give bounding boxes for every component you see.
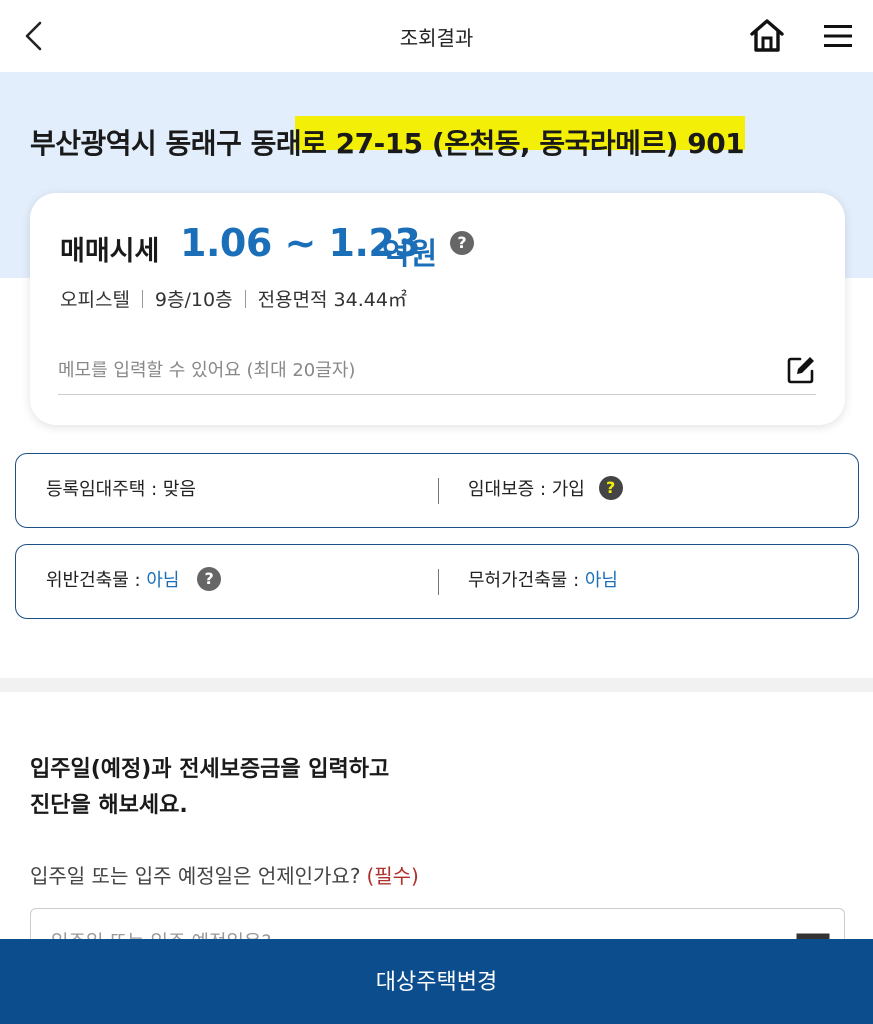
rental-info-box: 등록임대주택 : 맞음 임대보증 : 가입 ? (15, 453, 859, 528)
property-area: 전용면적 34.44㎡ (257, 289, 407, 311)
info-divider (438, 478, 439, 504)
registered-rental-item: 등록임대주택 : 맞음 (46, 454, 196, 526)
illegal-building-label: 위반건축물 : (46, 570, 147, 591)
price-help-icon[interactable]: ? (450, 231, 474, 255)
top-app-bar: 조회결과 (0, 0, 873, 72)
unlicensed-building-item: 무허가건축물 : 아님 (468, 545, 618, 617)
registered-rental-label: 등록임대주택 : (46, 479, 163, 500)
meta-divider (244, 290, 246, 308)
intro-line-1: 입주일(예정)과 전세보증금을 입력하고 (30, 757, 390, 782)
illegal-building-value: 아님 (146, 570, 180, 591)
meta-divider (141, 290, 143, 308)
registered-rental-value: 맞음 (162, 479, 196, 500)
rental-guarantee-value: 가입 (551, 479, 585, 500)
unlicensed-building-label: 무허가건축물 : (468, 570, 585, 591)
rental-guarantee-label: 임대보증 : (468, 479, 552, 500)
hamburger-menu-icon[interactable] (822, 20, 854, 52)
home-icon[interactable] (748, 16, 786, 54)
page-title: 조회결과 (399, 26, 474, 50)
intro-line-2: 진단을 해보세요. (30, 793, 188, 818)
illegal-building-help-icon[interactable]: ? (197, 567, 222, 591)
guarantee-help-icon[interactable]: ? (598, 476, 623, 500)
memo-field (58, 345, 816, 395)
diagnosis-intro: 입주일(예정)과 전세보증금을 입력하고 진단을 해보세요. (30, 752, 389, 824)
building-info-box: 위반건축물 : 아님 ? 무허가건축물 : 아님 (15, 544, 859, 619)
property-meta: 오피스텔 9층/10층 전용면적 34.44㎡ (60, 285, 407, 312)
price-unit: 억원 (382, 237, 438, 272)
question-text: 입주일 또는 입주 예정일은 언제인가요? (30, 864, 361, 888)
price-card: 매매시세 1.06 ~ 1.23 억원 ? 오피스텔 9층/10층 전용면적 34.… (30, 193, 845, 425)
unlicensed-building-value: 아님 (584, 570, 618, 591)
rental-guarantee-item: 임대보증 : 가입 ? (468, 454, 623, 526)
change-property-button[interactable]: 대상주택변경 (0, 939, 873, 1024)
property-floor: 9층/10층 (154, 289, 233, 311)
illegal-building-item: 위반건축물 : 아님 ? (46, 545, 222, 617)
memo-input[interactable] (58, 355, 758, 385)
price-label: 매매시세 (60, 236, 160, 267)
info-divider (438, 569, 439, 595)
edit-icon[interactable] (786, 355, 816, 385)
property-type: 오피스텔 (60, 289, 130, 311)
property-address: 부산광역시 동래구 동래로 27-15 (온천동, 동국라메르) 901 (30, 127, 745, 160)
required-badge: (필수) (366, 864, 419, 888)
move-in-question: 입주일 또는 입주 예정일은 언제인가요? (필수) (30, 860, 419, 889)
section-separator (0, 678, 873, 692)
